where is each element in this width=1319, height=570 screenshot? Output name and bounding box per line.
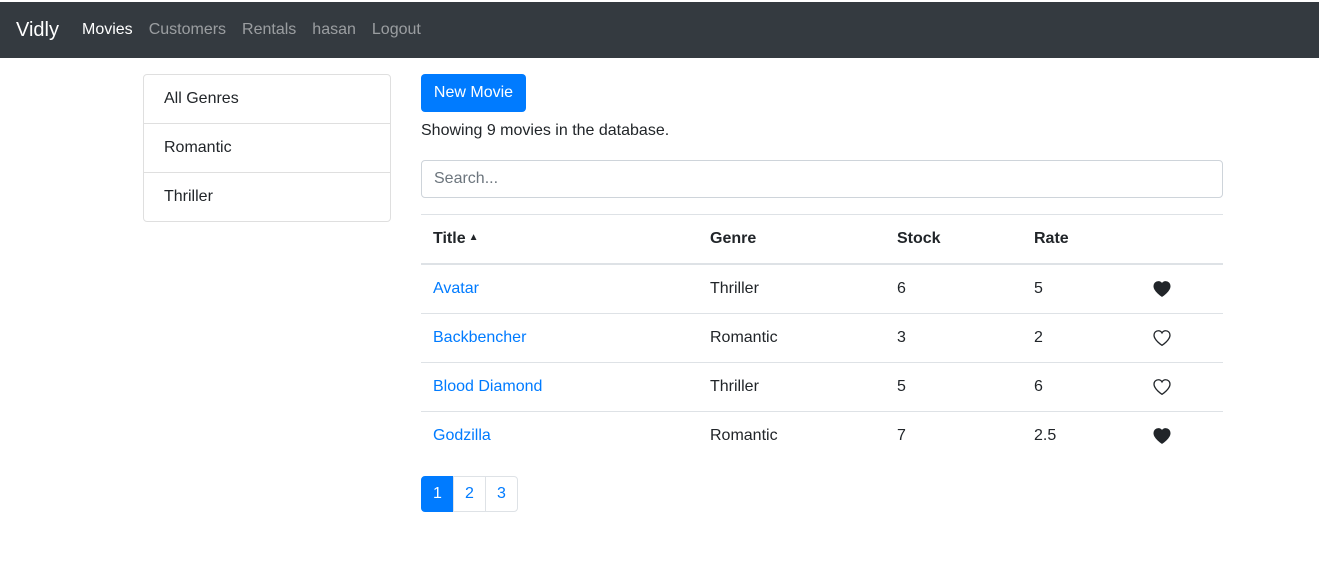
brand-logo[interactable]: Vidly <box>16 19 59 42</box>
table-header-row: Title ▲ Genre Stock Rate <box>421 214 1223 265</box>
column-header-like <box>1141 214 1223 265</box>
nav-link-movies[interactable]: Movies <box>82 21 133 39</box>
column-header-stock[interactable]: Stock <box>885 214 1022 265</box>
page-link-2[interactable]: 2 <box>453 476 486 512</box>
movie-genre: Thriller <box>698 362 885 412</box>
nav-link-rentals[interactable]: Rentals <box>242 21 296 39</box>
movie-title-link[interactable]: Godzilla <box>433 427 491 444</box>
genre-item-thriller[interactable]: Thriller <box>144 172 390 221</box>
table-row: Godzilla Romantic 7 2.5 <box>421 411 1223 460</box>
movie-genre: Romantic <box>698 411 885 460</box>
genre-item-all[interactable]: All Genres <box>144 75 390 123</box>
movie-stock: 3 <box>885 313 1022 363</box>
heart-filled-icon[interactable] <box>1153 280 1171 297</box>
nav-link-user-profile[interactable]: hasan <box>312 21 356 39</box>
movie-rate: 2 <box>1022 313 1141 363</box>
caret-up-icon: ▲ <box>468 232 479 243</box>
table-row: Backbencher Romantic 3 2 <box>421 313 1223 363</box>
movie-rate: 6 <box>1022 362 1141 412</box>
movie-rate: 5 <box>1022 263 1141 314</box>
movie-genre: Romantic <box>698 313 885 363</box>
navbar: Vidly Movies Customers Rentals hasan Log… <box>0 2 1319 58</box>
column-header-genre[interactable]: Genre <box>698 214 885 265</box>
heart-outline-icon[interactable] <box>1153 378 1171 395</box>
movie-count-text: Showing 9 movies in the database. <box>421 122 670 139</box>
search-input[interactable] <box>421 160 1223 198</box>
column-header-title-label: Title <box>433 230 466 247</box>
movie-stock: 7 <box>885 411 1022 460</box>
column-header-title[interactable]: Title ▲ <box>421 214 698 265</box>
page-link-1[interactable]: 1 <box>421 476 454 512</box>
heart-filled-icon[interactable] <box>1153 427 1171 444</box>
genre-item-romantic[interactable]: Romantic <box>144 123 390 172</box>
movie-stock: 6 <box>885 263 1022 314</box>
nav-link-customers[interactable]: Customers <box>149 21 226 39</box>
new-movie-button[interactable]: New Movie <box>421 74 526 112</box>
table-row: Avatar Thriller 6 5 <box>421 263 1223 314</box>
movie-genre: Thriller <box>698 263 885 314</box>
movie-rate: 2.5 <box>1022 411 1141 460</box>
movies-table: Title ▲ Genre Stock Rate Avatar Thriller … <box>421 214 1223 460</box>
heart-outline-icon[interactable] <box>1153 329 1171 346</box>
nav-link-logout[interactable]: Logout <box>372 21 421 39</box>
pagination: 1 2 3 <box>421 476 518 512</box>
movie-stock: 5 <box>885 362 1022 412</box>
movie-title-link[interactable]: Backbencher <box>433 329 526 346</box>
movie-title-link[interactable]: Blood Diamond <box>433 378 542 395</box>
column-header-rate[interactable]: Rate <box>1022 214 1141 265</box>
page-link-3[interactable]: 3 <box>485 476 518 512</box>
movie-title-link[interactable]: Avatar <box>433 280 479 297</box>
genre-list: All Genres Romantic Thriller <box>143 74 391 222</box>
table-row: Blood Diamond Thriller 5 6 <box>421 362 1223 412</box>
